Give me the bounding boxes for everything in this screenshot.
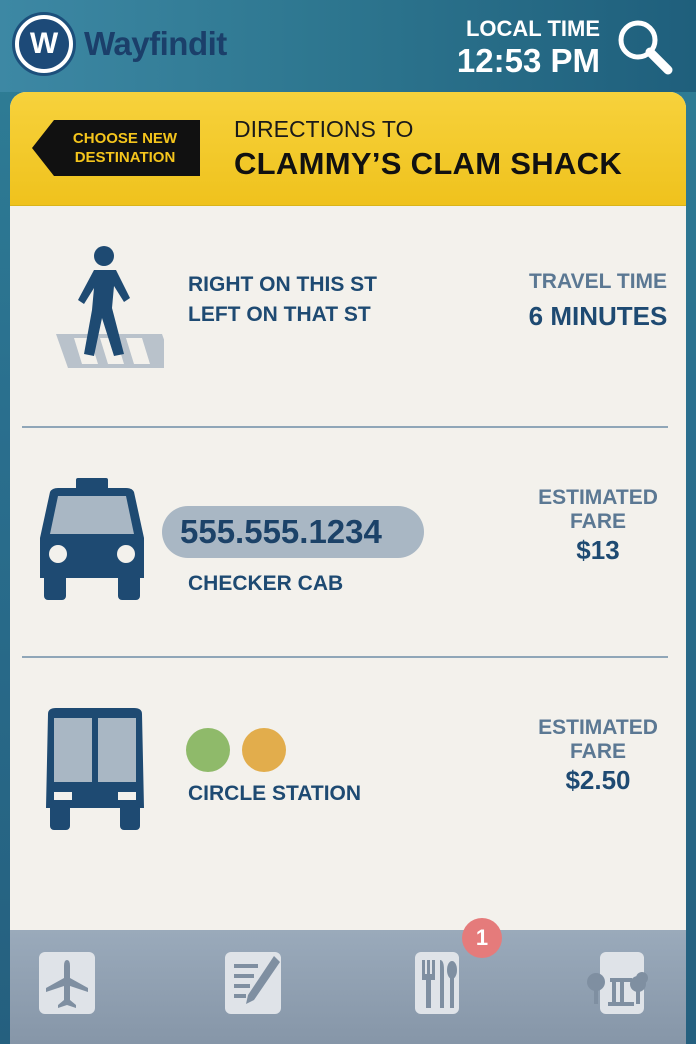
bus-fare-value: $2.50 xyxy=(565,765,631,795)
cab-phone-number[interactable]: 555.555.1234 xyxy=(162,506,424,558)
airplane-icon xyxy=(39,952,95,1014)
search-icon xyxy=(618,20,673,75)
tab-parks[interactable] xyxy=(586,950,652,1016)
taxi-icon xyxy=(40,478,144,600)
directions-card: CHOOSE NEW DESTINATION DIRECTIONS TO CLA… xyxy=(10,92,686,1044)
bus-fare-label-line2: FARE xyxy=(569,740,626,763)
notepad-icon xyxy=(225,952,281,1014)
app-logo[interactable]: W Wayfindit xyxy=(12,12,227,76)
choose-new-destination-button[interactable]: CHOOSE NEW DESTINATION xyxy=(32,120,200,176)
tab-dining[interactable] xyxy=(414,950,472,1016)
travel-time-label: TRAVEL TIME xyxy=(528,270,668,293)
local-time: LOCAL TIME 12:53 PM xyxy=(457,16,600,80)
cab-estimated-fare: ESTIMATED FARE $13 xyxy=(498,486,686,566)
destination-name: CLAMMY’S CLAM SHACK xyxy=(234,146,623,181)
orange-line-indicator xyxy=(242,728,286,772)
travel-time: TRAVEL TIME 6 MINUTES xyxy=(498,270,686,332)
green-line-indicator xyxy=(186,728,230,772)
destination-header: CHOOSE NEW DESTINATION DIRECTIONS TO CLA… xyxy=(10,92,686,206)
walking-direction-line1: RIGHT ON THIS ST xyxy=(188,273,377,296)
local-time-value: 12:53 PM xyxy=(456,42,600,79)
app-name: Wayfindit xyxy=(84,25,227,62)
bus-estimated-fare: ESTIMATED FARE $2.50 xyxy=(498,716,686,796)
cab-fare-label-line2: FARE xyxy=(569,510,626,533)
cab-company: CHECKER CAB xyxy=(188,572,344,595)
park-icon xyxy=(587,952,648,1014)
walking-direction-line2: LEFT ON THAT ST xyxy=(188,303,371,326)
bottom-tab-bar: 1 xyxy=(10,918,686,1044)
dining-icon xyxy=(415,952,459,1014)
bus-station: CIRCLE STATION xyxy=(188,782,362,805)
directions-to-label: DIRECTIONS TO xyxy=(234,116,414,142)
tab-flights[interactable] xyxy=(38,950,96,1016)
walking-directions: RIGHT ON THIS ST LEFT ON THAT ST xyxy=(188,270,377,330)
dining-notification-badge: 1 xyxy=(462,918,502,958)
cab-fare-value: $13 xyxy=(576,535,620,565)
compass-logo-icon: W xyxy=(12,12,76,76)
bus-icon xyxy=(46,708,144,830)
back-label-line1: CHOOSE NEW xyxy=(72,130,178,147)
tab-notes[interactable] xyxy=(224,950,282,1016)
bus-fare-label-line1: ESTIMATED xyxy=(538,716,658,739)
bus-route-row[interactable]: CIRCLE STATION ESTIMATED FARE $2.50 xyxy=(22,658,668,930)
top-bar: W Wayfindit LOCAL TIME 12:53 PM xyxy=(0,0,696,92)
cab-fare-label-line1: ESTIMATED xyxy=(538,486,658,509)
walking-route-row[interactable]: RIGHT ON THIS ST LEFT ON THAT ST TRAVEL … xyxy=(22,206,668,428)
search-button[interactable] xyxy=(616,18,674,76)
travel-time-value: 6 MINUTES xyxy=(528,301,668,331)
logo-letter: W xyxy=(19,19,69,69)
local-time-label: LOCAL TIME xyxy=(465,16,600,41)
cab-route-row[interactable]: 555.555.1234 CHECKER CAB ESTIMATED FARE … xyxy=(22,428,668,658)
pedestrian-crosswalk-icon xyxy=(56,246,164,368)
back-label-line2: DESTINATION xyxy=(74,149,176,166)
